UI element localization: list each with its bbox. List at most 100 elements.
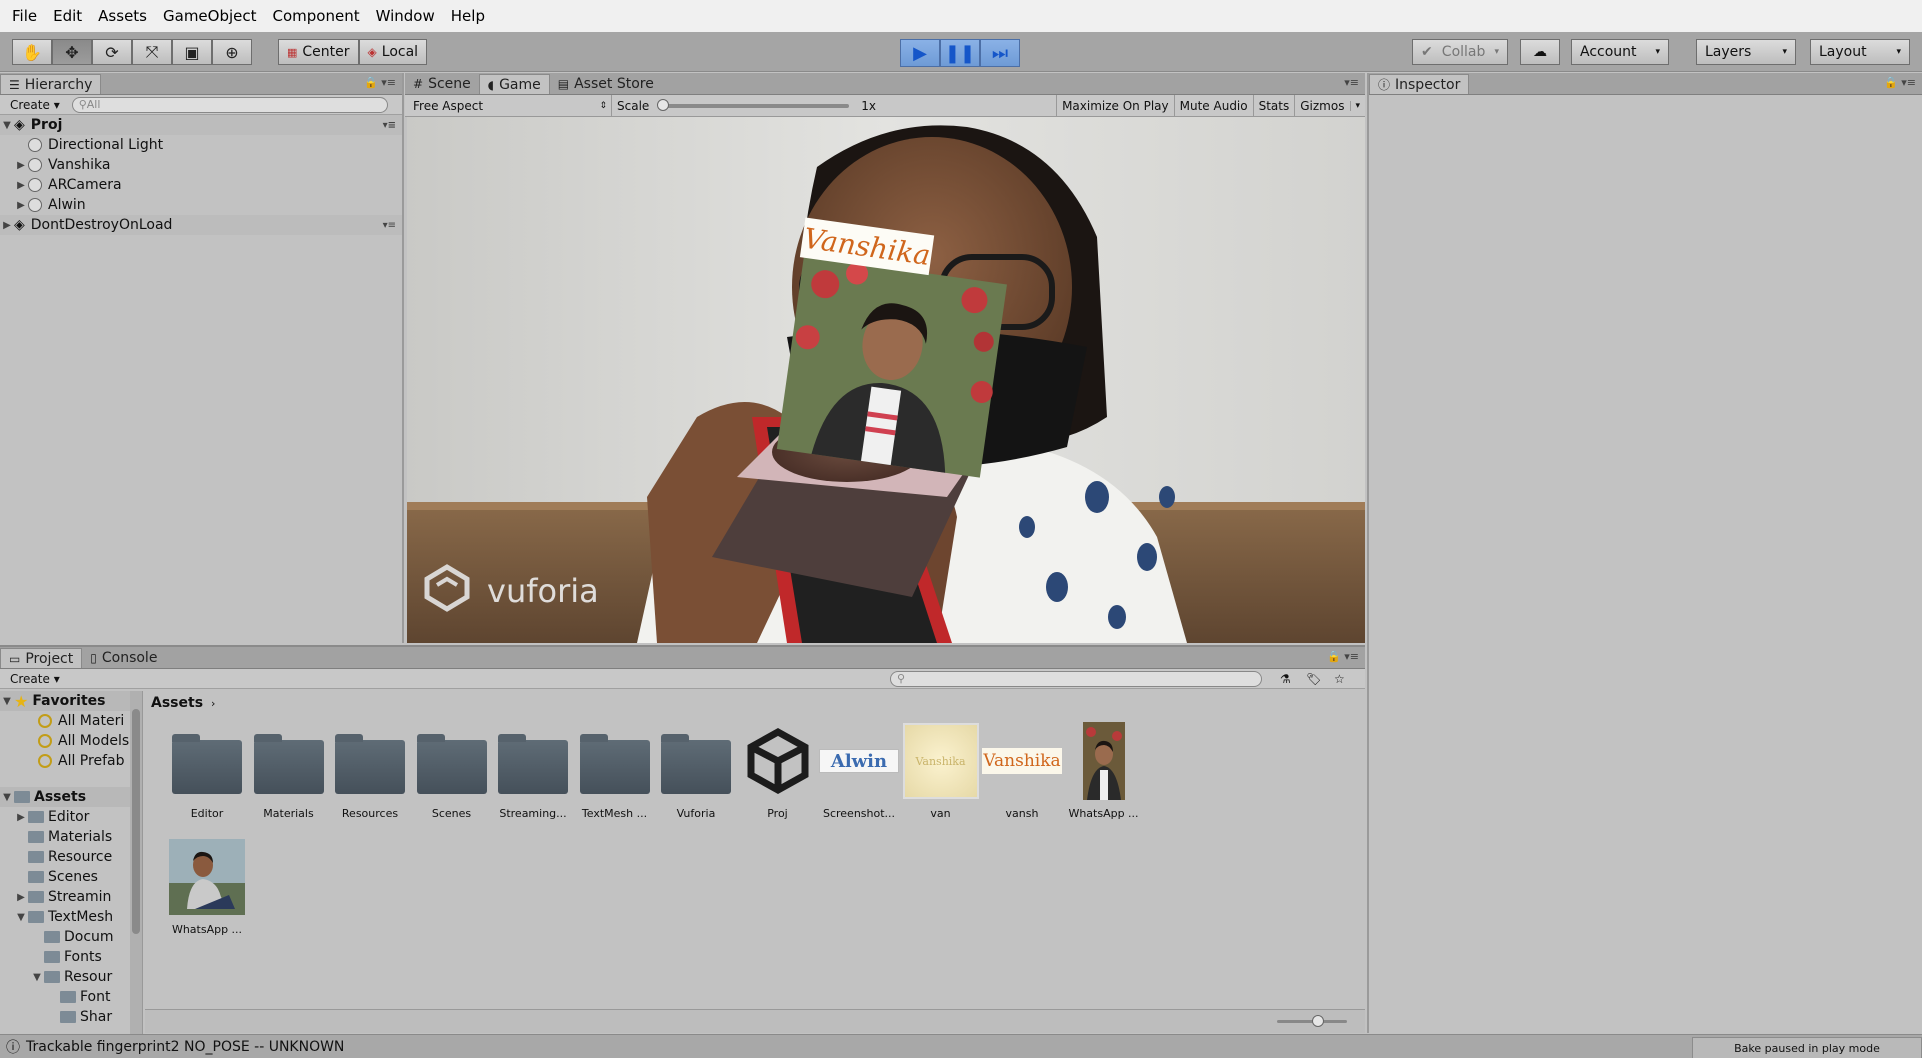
project-tree-folder[interactable]: Resource	[0, 847, 142, 867]
step-button[interactable]: ⏭	[980, 39, 1020, 67]
rect-tool-button[interactable]: ▣	[172, 39, 212, 65]
project-search-input[interactable]: ⚲	[890, 670, 1262, 687]
layers-label: Layers	[1705, 44, 1752, 60]
hierarchy-item[interactable]: ▶ ARCamera	[0, 175, 402, 195]
scale-slider-thumb[interactable]	[657, 98, 670, 111]
menu-edit[interactable]: Edit	[45, 0, 90, 32]
favorite-item[interactable]: All Prefab	[0, 751, 142, 771]
hierarchy-item[interactable]: ▶ Vanshika	[0, 155, 402, 175]
chevron-right-icon: ›	[211, 696, 216, 710]
project-tree-folder[interactable]: ▶ Streamin	[0, 887, 142, 907]
ar-camera-feed: Vanshika vuforia	[407, 117, 1365, 643]
menu-gameobject[interactable]: GameObject	[155, 0, 265, 32]
icon-size-slider[interactable]	[1277, 1015, 1347, 1027]
dontdestroy-row[interactable]: ▶ ◈ DontDestroyOnLoad ▾≡	[0, 215, 402, 235]
scene-row[interactable]: ▼ ◈ Proj ▾≡	[0, 115, 402, 135]
collapsed-arrow-icon[interactable]: ▶	[14, 892, 28, 903]
project-tree-folder[interactable]: Docum	[0, 927, 142, 947]
tab-inspector[interactable]: ⓘ Inspector	[1369, 74, 1470, 94]
project-tree-folder[interactable]: Fonts	[0, 947, 142, 967]
favorite-star-icon[interactable]: ☆	[1334, 672, 1345, 686]
menu-help[interactable]: Help	[443, 0, 493, 32]
project-tree-folder[interactable]: ▼ TextMesh	[0, 907, 142, 927]
tab-console[interactable]: ▯ Console	[82, 648, 165, 668]
expand-arrow-icon[interactable]: ▼	[14, 912, 28, 923]
assets-root-header[interactable]: ▼ Assets	[0, 787, 142, 807]
pivot-center-button[interactable]: ▦ Center	[278, 39, 359, 65]
tab-hierarchy[interactable]: ☰ Hierarchy	[0, 74, 102, 94]
gizmos-dropdown[interactable]: Gizmos ▾	[1294, 94, 1365, 117]
panel-lock-menu-icon[interactable]: 🔒 ▾≡	[1327, 650, 1359, 663]
menu-component[interactable]: Component	[265, 0, 368, 32]
favorites-header[interactable]: ▼ ★ Favorites	[0, 691, 142, 711]
rotate-tool-button[interactable]: ⟳	[92, 39, 132, 65]
panel-menu-icon[interactable]: ▾≡	[1344, 76, 1359, 89]
scale-tool-button[interactable]: ⤧	[132, 39, 172, 65]
project-tree-folder[interactable]: ▶ Editor	[0, 807, 142, 827]
collapsed-arrow-icon[interactable]: ▶	[14, 200, 28, 211]
hierarchy-search-input[interactable]: ⚲ All	[71, 96, 388, 113]
menu-window[interactable]: Window	[368, 0, 443, 32]
layout-dropdown[interactable]: Layout ▾	[1810, 39, 1910, 65]
project-tree-folder[interactable]: ▼ Resour	[0, 967, 142, 987]
icon-size-slider-thumb[interactable]	[1312, 1015, 1324, 1027]
tree-scrollbar[interactable]	[130, 691, 142, 1035]
hierarchy-item-label: Vanshika	[48, 157, 111, 173]
hand-tool-button[interactable]: ✋	[12, 39, 52, 65]
stats-toggle[interactable]: Stats	[1252, 94, 1295, 117]
asset-file-tile[interactable]: WhatsApp ...	[159, 837, 255, 936]
favorite-item[interactable]: All Materi	[0, 711, 142, 731]
project-tree-folder-label: TextMesh	[48, 909, 114, 925]
filter-type-icon[interactable]: ⚗	[1280, 672, 1291, 686]
account-dropdown[interactable]: Account ▾	[1571, 39, 1669, 65]
menu-assets[interactable]: Assets	[90, 0, 155, 32]
layers-dropdown[interactable]: Layers ▾	[1696, 39, 1796, 65]
transform-tool-button[interactable]: ⊕	[212, 39, 252, 65]
store-icon: ▤	[557, 77, 570, 91]
create-dropdown[interactable]: Create ▾	[6, 98, 64, 112]
project-tree-folder[interactable]: Shar	[0, 1007, 142, 1027]
play-button[interactable]: ▶	[900, 39, 940, 67]
mute-audio-toggle[interactable]: Mute Audio	[1173, 94, 1253, 117]
tab-game[interactable]: ◖ Game	[478, 74, 550, 94]
project-create-dropdown[interactable]: Create ▾	[6, 672, 64, 686]
cloud-button[interactable]: ☁	[1520, 39, 1560, 65]
expand-arrow-icon[interactable]: ▼	[0, 696, 14, 707]
breadcrumb-assets[interactable]: Assets	[151, 695, 203, 711]
collab-dropdown[interactable]: ✔ Collab ▾	[1412, 39, 1508, 65]
asset-file-tile[interactable]: WhatsApp ...	[1056, 721, 1152, 820]
collapsed-arrow-icon[interactable]: ▶	[14, 160, 28, 171]
panel-lock-menu-icon[interactable]: 🔒 ▾≡	[1884, 76, 1916, 89]
scale-slider[interactable]	[657, 98, 850, 111]
project-tree-folder[interactable]: Font	[0, 987, 142, 1007]
hierarchy-item[interactable]: Directional Light	[0, 135, 402, 155]
status-message[interactable]: Trackable fingerprint2 NO_POSE -- UNKNOW…	[26, 1039, 344, 1055]
panel-lock-menu-icon[interactable]: 🔒 ▾≡	[364, 76, 396, 89]
pause-button[interactable]: ❚❚	[940, 39, 980, 67]
tab-project[interactable]: ▭ Project	[0, 648, 83, 668]
tree-scrollbar-thumb[interactable]	[132, 709, 140, 934]
favorite-item[interactable]: All Models	[0, 731, 142, 751]
expand-arrow-icon[interactable]: ▼	[0, 120, 14, 131]
collapsed-arrow-icon[interactable]: ▶	[14, 180, 28, 191]
tab-scene[interactable]: # Scene	[405, 74, 479, 94]
filter-label-icon[interactable]: 🏷	[1306, 672, 1321, 686]
collapsed-arrow-icon[interactable]: ▶	[14, 812, 28, 823]
game-render-view[interactable]: Vanshika vuforia	[407, 117, 1365, 643]
maximize-on-play-toggle[interactable]: Maximize On Play	[1056, 94, 1174, 117]
project-tree-folder[interactable]: Materials	[0, 827, 142, 847]
bake-status: Bake paused in play mode	[1692, 1037, 1922, 1058]
collapsed-arrow-icon[interactable]: ▶	[0, 220, 14, 231]
pause-icon: ❚❚	[944, 42, 976, 64]
pivot-local-button[interactable]: ◈ Local	[358, 39, 428, 65]
menu-file[interactable]: File	[4, 0, 45, 32]
row-menu-icon[interactable]: ▾≡	[383, 220, 396, 231]
hierarchy-item[interactable]: ▶ Alwin	[0, 195, 402, 215]
expand-arrow-icon[interactable]: ▼	[30, 972, 44, 983]
expand-arrow-icon[interactable]: ▼	[0, 792, 14, 803]
move-tool-button[interactable]: ✥	[52, 39, 92, 65]
project-tree-folder[interactable]: Scenes	[0, 867, 142, 887]
tab-asset-store[interactable]: ▤ Asset Store	[550, 74, 662, 94]
aspect-dropdown[interactable]: Free Aspect ⇕	[405, 99, 611, 113]
row-menu-icon[interactable]: ▾≡	[383, 120, 396, 131]
